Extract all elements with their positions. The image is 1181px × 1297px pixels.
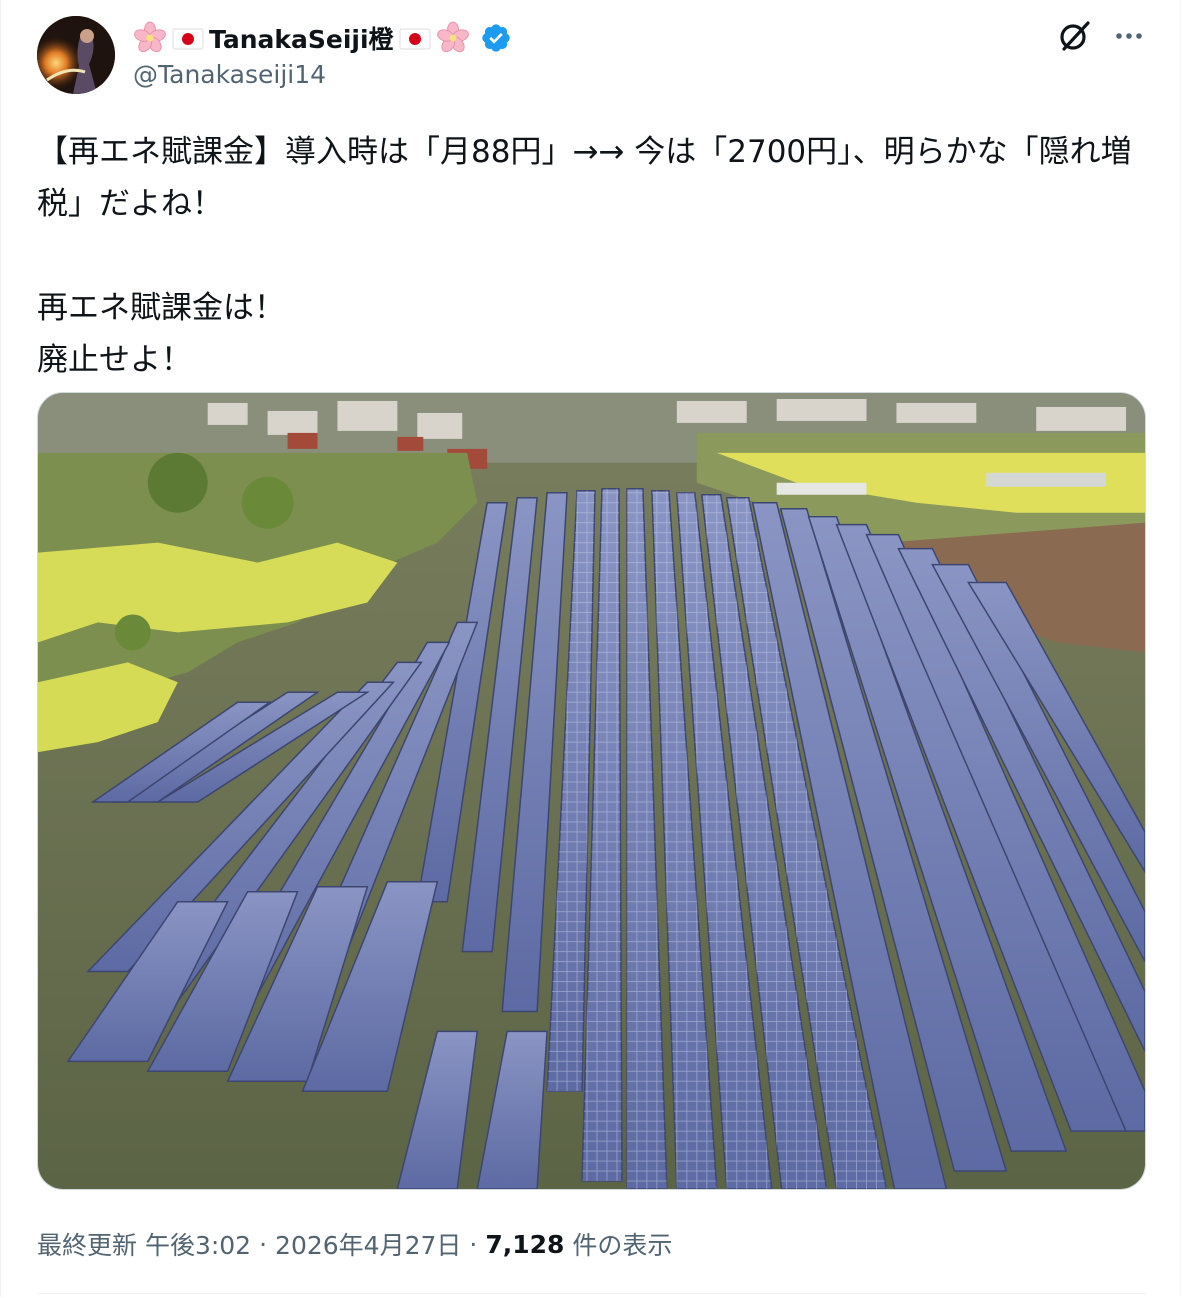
- user-handle[interactable]: @Tanakaseiji14: [133, 60, 326, 89]
- separator-dot: ·: [469, 1229, 478, 1259]
- tweet-card: TanakaSeiji橙 @Tanakaseiji14 【再エネ賦課金】導入時は…: [0, 0, 1181, 1297]
- divider: [37, 1293, 1146, 1294]
- tweet-image[interactable]: [37, 392, 1146, 1190]
- tweet-meta: 最終更新 午後3:02 · 2026年4月27日 · 7,128 件の表示: [37, 1226, 672, 1262]
- sakura-icon: [436, 21, 470, 55]
- separator-dot: ·: [259, 1229, 268, 1259]
- japan-flag-icon: [171, 21, 205, 55]
- avatar[interactable]: [37, 16, 115, 94]
- japan-flag-icon: [398, 21, 432, 55]
- user-name-row[interactable]: TanakaSeiji橙: [133, 18, 512, 58]
- verified-badge-icon[interactable]: [480, 22, 512, 54]
- grok-icon[interactable]: [1053, 14, 1097, 58]
- tweet-text: 【再エネ賦課金】導入時は「月88円」→→ 今は「2700円」、明らかな「隠れ増税…: [37, 134, 1132, 378]
- more-icon[interactable]: [1107, 14, 1151, 58]
- views-label: 件の表示: [572, 1231, 673, 1260]
- tweet-time[interactable]: 最終更新 午後3:02: [37, 1226, 251, 1262]
- tweet-date[interactable]: 2026年4月27日: [275, 1226, 461, 1262]
- display-name[interactable]: TanakaSeiji橙: [209, 20, 394, 56]
- sakura-icon: [133, 21, 167, 55]
- views-count: 7,128: [485, 1229, 565, 1259]
